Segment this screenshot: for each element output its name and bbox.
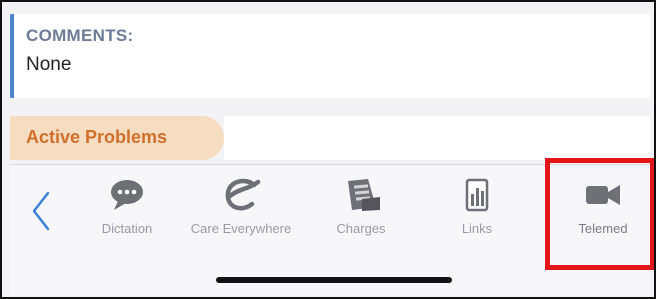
- links-icon: [465, 178, 489, 212]
- telemed-highlight-box: [545, 158, 654, 270]
- charges-icon: [348, 179, 380, 211]
- toolbar-item-charges[interactable]: Charges: [306, 177, 416, 257]
- dictation-icon: [111, 180, 143, 210]
- active-problems-header[interactable]: Active Problems: [10, 116, 224, 160]
- care-everywhere-icon: [225, 178, 261, 211]
- comments-value: None: [26, 54, 72, 75]
- toolbar-item-links[interactable]: Links: [422, 177, 532, 257]
- toolbar-item-label: Links: [461, 221, 493, 236]
- screenshot-frame: COMMENTS: None Active Problems Dictation: [0, 0, 656, 299]
- comments-label: COMMENTS:: [26, 26, 134, 45]
- toolbar-item-label: Dictation: [101, 221, 153, 236]
- toolbar-item-label: Charges: [336, 221, 386, 236]
- active-problems-label: Active Problems: [26, 127, 168, 147]
- toolbar-item-care-everywhere[interactable]: Care Everywhere: [186, 177, 296, 257]
- active-problems-strip: [224, 116, 650, 160]
- toolbar-item-label: Care Everywhere: [190, 221, 292, 236]
- chevron-left-icon[interactable]: [24, 185, 58, 237]
- toolbar-item-dictation[interactable]: Dictation: [72, 177, 182, 257]
- comments-card: COMMENTS: None: [10, 14, 650, 98]
- home-indicator[interactable]: [216, 277, 452, 283]
